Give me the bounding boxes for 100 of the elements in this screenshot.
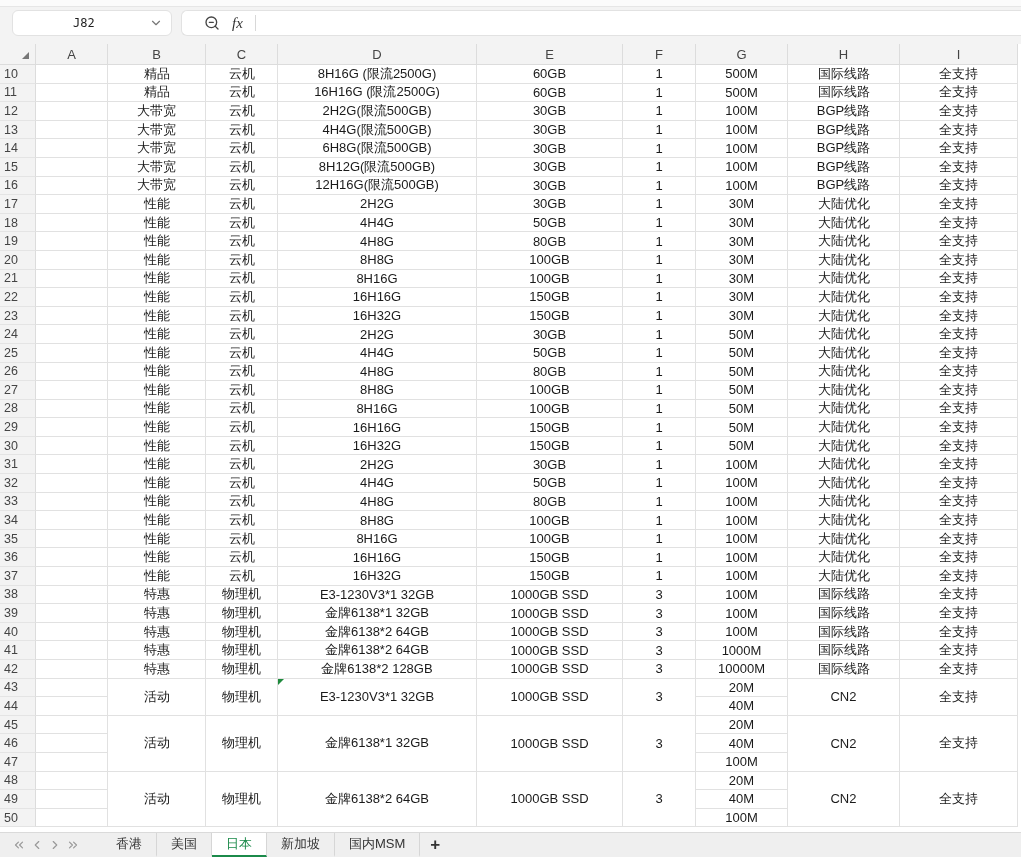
table-cell: 8H8G (278, 381, 477, 400)
row-number[interactable]: 19 (0, 232, 36, 251)
table-cell: 大陆优化 (788, 232, 900, 251)
table-cell: 性能 (108, 567, 206, 586)
table-cell: 性能 (108, 381, 206, 400)
table-cell: 16H16G (278, 288, 477, 307)
table-cell: 100GB (477, 381, 623, 400)
table-cell: 1000M (696, 641, 788, 660)
row-number[interactable]: 36 (0, 548, 36, 568)
table-cell: 特惠 (108, 604, 206, 623)
table-cell: 4H4G (278, 474, 477, 493)
table-cell: 国际线路 (788, 65, 900, 84)
row-number[interactable]: 12 (0, 102, 36, 121)
table-cell: 大陆优化 (788, 548, 900, 568)
table-cell: 100M (696, 511, 788, 530)
table-cell: 16H16G (278, 418, 477, 437)
table-cell: 1 (623, 232, 696, 251)
table-cell: 性能 (108, 418, 206, 437)
table-cell: 云机 (206, 474, 278, 493)
table-cell: 物理机 (206, 660, 278, 679)
table-cell: 云机 (206, 548, 278, 568)
table-cell: 全支持 (900, 567, 1018, 586)
table-cell: 金牌6138*2 64GB (278, 771, 477, 828)
row-number[interactable]: 39 (0, 604, 36, 623)
name-box[interactable]: J82 (12, 10, 172, 36)
table-cell: 100M (696, 455, 788, 475)
row-number[interactable]: 49 (0, 790, 36, 809)
row-number[interactable]: 44 (0, 697, 36, 716)
table-cell: 物理机 (206, 715, 278, 772)
table-cell: 性能 (108, 548, 206, 568)
table-cell: 全支持 (900, 65, 1018, 84)
column-header[interactable]: C (206, 44, 278, 65)
column-header[interactable]: F (623, 44, 696, 65)
table-cell: 30GB (477, 139, 623, 158)
table-cell: 云机 (206, 511, 278, 530)
table-cell: 性能 (108, 455, 206, 475)
table-cell: 40M (696, 697, 788, 716)
row-number[interactable]: 10 (0, 65, 36, 84)
table-cell: 100M (696, 567, 788, 586)
column-header[interactable]: G (696, 44, 788, 65)
row-number[interactable]: 41 (0, 641, 36, 660)
row-number[interactable]: 24 (0, 325, 36, 344)
table-cell: 6H8G(限流500GB) (278, 139, 477, 158)
table-cell: 150GB (477, 288, 623, 307)
first-sheet-icon[interactable] (12, 838, 26, 852)
table-cell: 1000GB SSD (477, 604, 623, 623)
row-number[interactable]: 37 (0, 567, 36, 586)
column-header[interactable]: D (278, 44, 477, 65)
table-cell: 16H16G (278, 548, 477, 568)
table-cell: 全支持 (900, 511, 1018, 530)
row-number[interactable]: 34 (0, 511, 36, 530)
column-header[interactable]: B (108, 44, 206, 65)
row-number[interactable]: 14 (0, 139, 36, 158)
table-cell: 精品 (108, 65, 206, 84)
row-number[interactable]: 42 (0, 660, 36, 679)
table-cell: 150GB (477, 418, 623, 437)
table-cell: 全支持 (900, 771, 1018, 828)
row-number[interactable]: 29 (0, 418, 36, 437)
column-header[interactable]: I (900, 44, 1018, 65)
sheet-tab[interactable]: 新加坡 (267, 833, 335, 857)
formula-bar[interactable]: fx (181, 10, 1021, 36)
table-cell: 100M (696, 102, 788, 121)
column-header[interactable]: A (36, 44, 108, 65)
row-number[interactable]: 31 (0, 455, 36, 475)
row-number[interactable]: 46 (0, 734, 36, 753)
table-cell: 80GB (477, 232, 623, 251)
table-cell: 500M (696, 65, 788, 84)
zoom-out-icon[interactable] (204, 15, 220, 31)
table-cell: 物理机 (206, 771, 278, 828)
table-cell: 1000GB SSD (477, 771, 623, 828)
add-sheet-button[interactable]: + (420, 835, 451, 855)
row-number[interactable]: 17 (0, 195, 36, 214)
column-header[interactable]: H (788, 44, 900, 65)
table-cell: 30M (696, 288, 788, 307)
table-cell: 物理机 (206, 604, 278, 623)
table-cell: 1 (623, 65, 696, 84)
sheet-tab[interactable]: 香港 (102, 833, 157, 857)
table-cell: 全支持 (900, 288, 1018, 307)
table-cell: 云机 (206, 455, 278, 475)
sheet-tab[interactable]: 日本 (212, 833, 267, 857)
select-all-icon[interactable] (22, 52, 29, 59)
table-cell: 1 (623, 102, 696, 121)
table-cell: 大带宽 (108, 139, 206, 158)
table-cell: 1 (623, 381, 696, 400)
table-cell: 全支持 (900, 474, 1018, 493)
table-cell: 全支持 (900, 548, 1018, 568)
table-cell: 2H2G(限流500GB) (278, 102, 477, 121)
row-number[interactable]: 22 (0, 288, 36, 307)
table-cell: 1000GB SSD (477, 660, 623, 679)
row-number[interactable]: 32 (0, 474, 36, 493)
table-cell: 2H2G (278, 455, 477, 475)
column-header[interactable]: E (477, 44, 623, 65)
sheet-tab[interactable]: 国内MSM (335, 833, 421, 857)
table-cell: 大陆优化 (788, 455, 900, 475)
table-cell: 8H8G (278, 511, 477, 530)
table-cell: 云机 (206, 288, 278, 307)
last-sheet-icon[interactable] (66, 838, 80, 852)
table-cell: 8H16G (限流2500G) (278, 65, 477, 84)
row-number[interactable]: 27 (0, 381, 36, 400)
table-cell: 全支持 (900, 678, 1018, 716)
